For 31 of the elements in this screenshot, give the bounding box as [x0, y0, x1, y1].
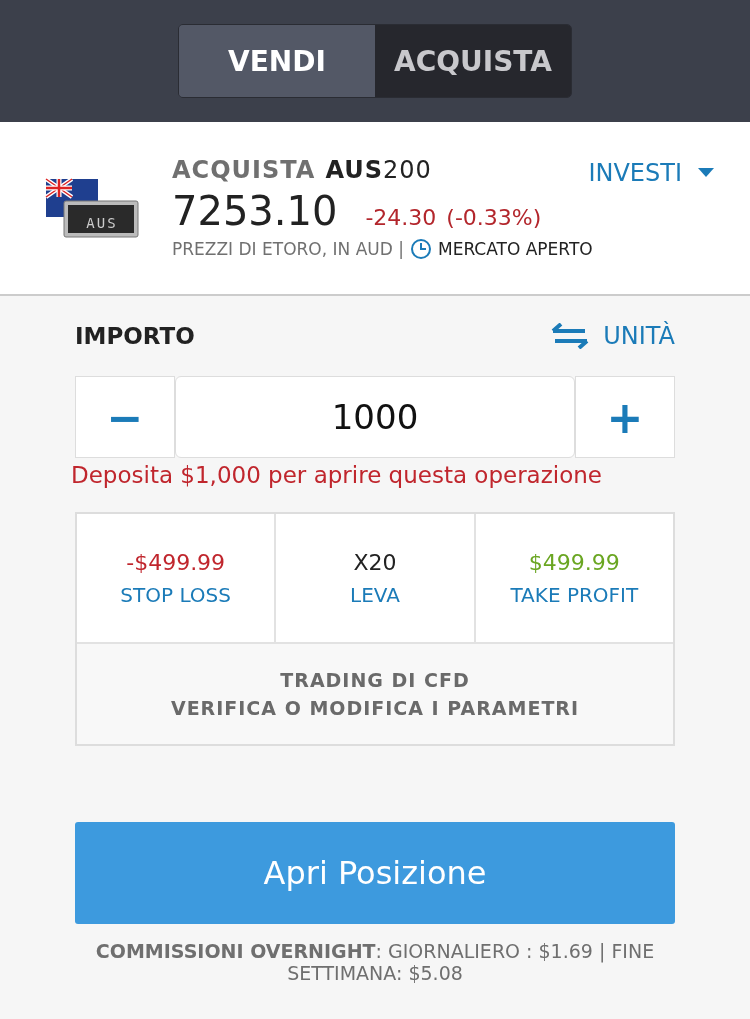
- invest-dropdown[interactable]: INVESTI: [582, 158, 720, 188]
- action-label: ACQUISTA: [172, 156, 316, 184]
- price-change: -24.30: [365, 205, 437, 230]
- flag-label: AUS: [85, 215, 119, 231]
- trade-tab[interactable]: ACQUISTA: [375, 25, 571, 97]
- amount-field[interactable]: 1000: [175, 376, 575, 458]
- parameter-value: X20: [353, 549, 397, 575]
- parameter-link[interactable]: LEVA: [350, 582, 400, 607]
- clock-icon: [409, 238, 432, 260]
- deposit-warning: Deposita $1,000 per aprire questa operazione: [71, 462, 603, 488]
- parameter-value: $499.99: [528, 549, 620, 575]
- trade-tab[interactable]: VENDI: [179, 25, 375, 97]
- caret-icon: [698, 168, 714, 178]
- swap-icon: [551, 323, 590, 349]
- parameter-link[interactable]: TAKE PROFIT: [510, 582, 639, 607]
- cfd-note: TRADING DI CFD: [280, 669, 470, 691]
- decrease-button[interactable]: −: [75, 376, 175, 458]
- market-status: MERCATO APERTO: [437, 239, 593, 259]
- instrument-symbol: AUS200: [325, 156, 432, 184]
- price: 7253.10: [172, 188, 338, 234]
- parameter-value: -$499.99: [126, 549, 226, 575]
- cfd-note: VERIFICA O MODIFICA I PARAMETRI: [170, 697, 580, 719]
- units-toggle[interactable]: UNITÀ: [551, 322, 675, 350]
- increase-button[interactable]: +: [575, 376, 675, 458]
- price-source: PREZZI DI ETORO, IN AUD |: [172, 239, 404, 259]
- open-position-button[interactable]: Apri Posizione: [75, 822, 675, 924]
- flag-icon: [44, 177, 140, 239]
- amount-label: IMPORTO: [75, 323, 195, 349]
- overnight-fees: COMMISSIONI OVERNIGHT: GIORNALIERO : $1.69 | FINE SETTIMANA: $5.08: [94, 940, 656, 984]
- parameter-link[interactable]: STOP LOSS: [120, 582, 231, 607]
- price-change-percent: (-0.33%): [446, 205, 542, 230]
